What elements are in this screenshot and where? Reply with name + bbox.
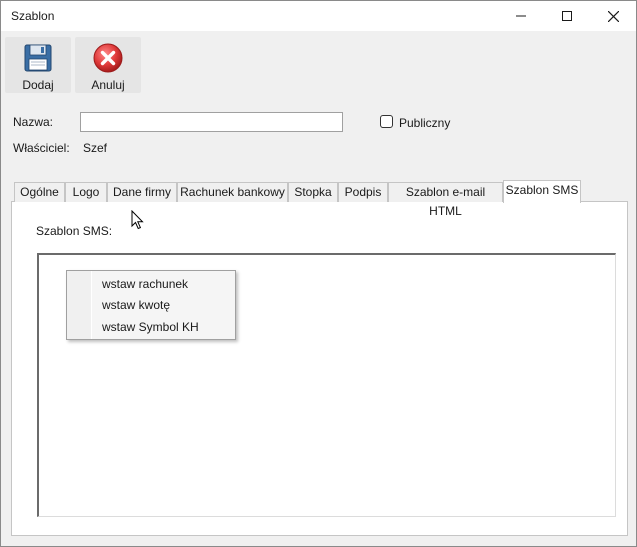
tab-signature[interactable]: Podpis — [338, 182, 388, 202]
minimize-button[interactable] — [498, 1, 544, 31]
maximize-button[interactable] — [544, 1, 590, 31]
insert-context-menu: wstaw rachunek wstaw kwotę wstaw Symbol … — [66, 270, 236, 340]
context-menu-gutter — [67, 271, 92, 339]
template-dialog: Szablon Dodaj Anuluj Nazwa: Publiczny Wł… — [0, 0, 637, 547]
name-label: Nazwa: — [13, 115, 54, 129]
tab-logo[interactable]: Logo — [65, 182, 107, 202]
cancel-button-label: Anuluj — [91, 78, 125, 92]
public-label: Publiczny — [399, 116, 451, 130]
tab-sms-template[interactable]: Szablon SMS — [503, 180, 581, 203]
tab-email-html-template[interactable]: Szablon e-mail HTML — [388, 182, 503, 218]
menu-item-insert-amount[interactable]: wstaw kwotę — [102, 295, 232, 315]
add-button-label: Dodaj — [22, 78, 54, 92]
add-button[interactable]: Dodaj — [5, 37, 71, 93]
floppy-disk-icon — [24, 44, 52, 72]
title-bar: Szablon — [1, 1, 636, 31]
name-input[interactable] — [80, 112, 343, 132]
close-button[interactable] — [590, 1, 636, 31]
minimize-icon — [516, 15, 526, 17]
public-checkbox[interactable] — [380, 115, 393, 128]
menu-item-insert-account[interactable]: wstaw rachunek — [102, 274, 232, 294]
tab-footer[interactable]: Stopka — [288, 182, 338, 202]
tab-company-data[interactable]: Dane firmy — [107, 182, 177, 202]
owner-label: Właściciel: — [13, 141, 70, 155]
close-icon — [607, 10, 619, 22]
mouse-cursor-icon — [131, 210, 144, 230]
owner-value: Szef — [83, 141, 108, 155]
tab-general[interactable]: Ogólne — [14, 182, 65, 202]
cancel-icon — [93, 43, 123, 73]
tab-bank-account[interactable]: Rachunek bankowy — [177, 182, 288, 202]
maximize-icon — [562, 11, 572, 21]
cancel-button[interactable]: Anuluj — [75, 37, 141, 93]
menu-item-insert-contractor-symbol[interactable]: wstaw Symbol KH — [102, 317, 232, 337]
window-title: Szablon — [11, 9, 55, 23]
sms-template-label: Szablon SMS: — [36, 224, 113, 238]
